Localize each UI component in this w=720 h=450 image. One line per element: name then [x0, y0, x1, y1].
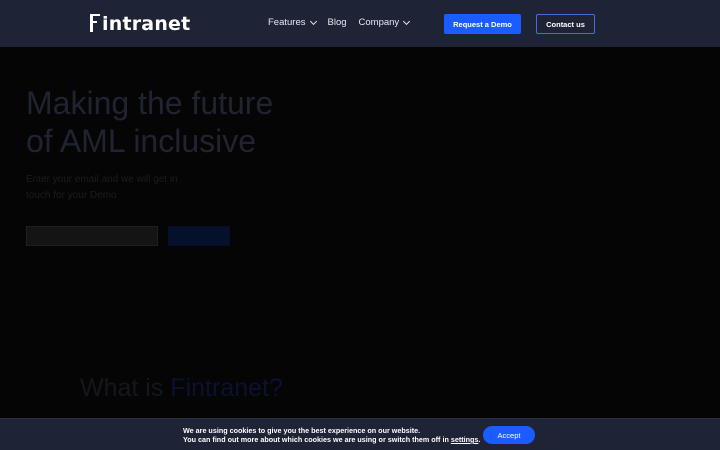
contact-us-button[interactable]: Contact us [536, 14, 595, 34]
nav-item-features[interactable]: Features [268, 17, 317, 28]
hero-title-line2: of AML inclusive [26, 123, 257, 159]
cookie-line2-prefix: You can find out more about which cookie… [183, 435, 451, 444]
request-demo-button[interactable]: Request a Demo [444, 14, 521, 34]
cookie-consent-bar: We are using cookies to give you the bes… [0, 418, 720, 450]
nav-label-features: Features [268, 17, 306, 28]
accept-cookies-button[interactable]: Accept [483, 426, 535, 444]
hero-subtitle-line2: touch for your Demo [26, 190, 117, 201]
fintranet-logo[interactable]: intranet [90, 14, 190, 34]
logo-f-mark [90, 14, 100, 32]
cookie-line2: You can find out more about which cookie… [183, 435, 480, 444]
nav-item-company[interactable]: Company [358, 17, 411, 28]
what-is-prefix: What is [80, 374, 171, 402]
nav-label-company: Company [358, 17, 400, 28]
nav-label-blog: Blog [327, 17, 347, 28]
cookie-line2-suffix: . [478, 435, 481, 444]
what-is-brand: Fintranet? [170, 374, 283, 402]
hero-subtitle: Enter your email and we will get in touc… [26, 172, 196, 204]
hero-subtitle-line1: Enter your email and we will get in [26, 174, 178, 185]
logo-text: intranet [102, 13, 191, 35]
hero-title: Making the future of AML inclusive [26, 84, 326, 160]
main-nav: Features Blog Company [268, 17, 421, 28]
cookie-line1: We are using cookies to give you the bes… [183, 426, 421, 435]
chevron-down-icon [403, 17, 411, 25]
chevron-down-icon [309, 17, 317, 25]
top-navigation-bar: intranet Features Blog Company Request a… [0, 0, 720, 47]
cookie-settings-link[interactable]: settings [451, 435, 479, 444]
nav-item-blog[interactable]: Blog [328, 17, 347, 28]
submit-email-button[interactable] [168, 226, 230, 246]
email-input[interactable] [26, 226, 158, 246]
hero-title-line1: Making the future [26, 85, 274, 121]
what-is-heading: What is Fintranet? [80, 374, 283, 403]
cookie-message: We are using cookies to give you the bes… [183, 426, 480, 444]
